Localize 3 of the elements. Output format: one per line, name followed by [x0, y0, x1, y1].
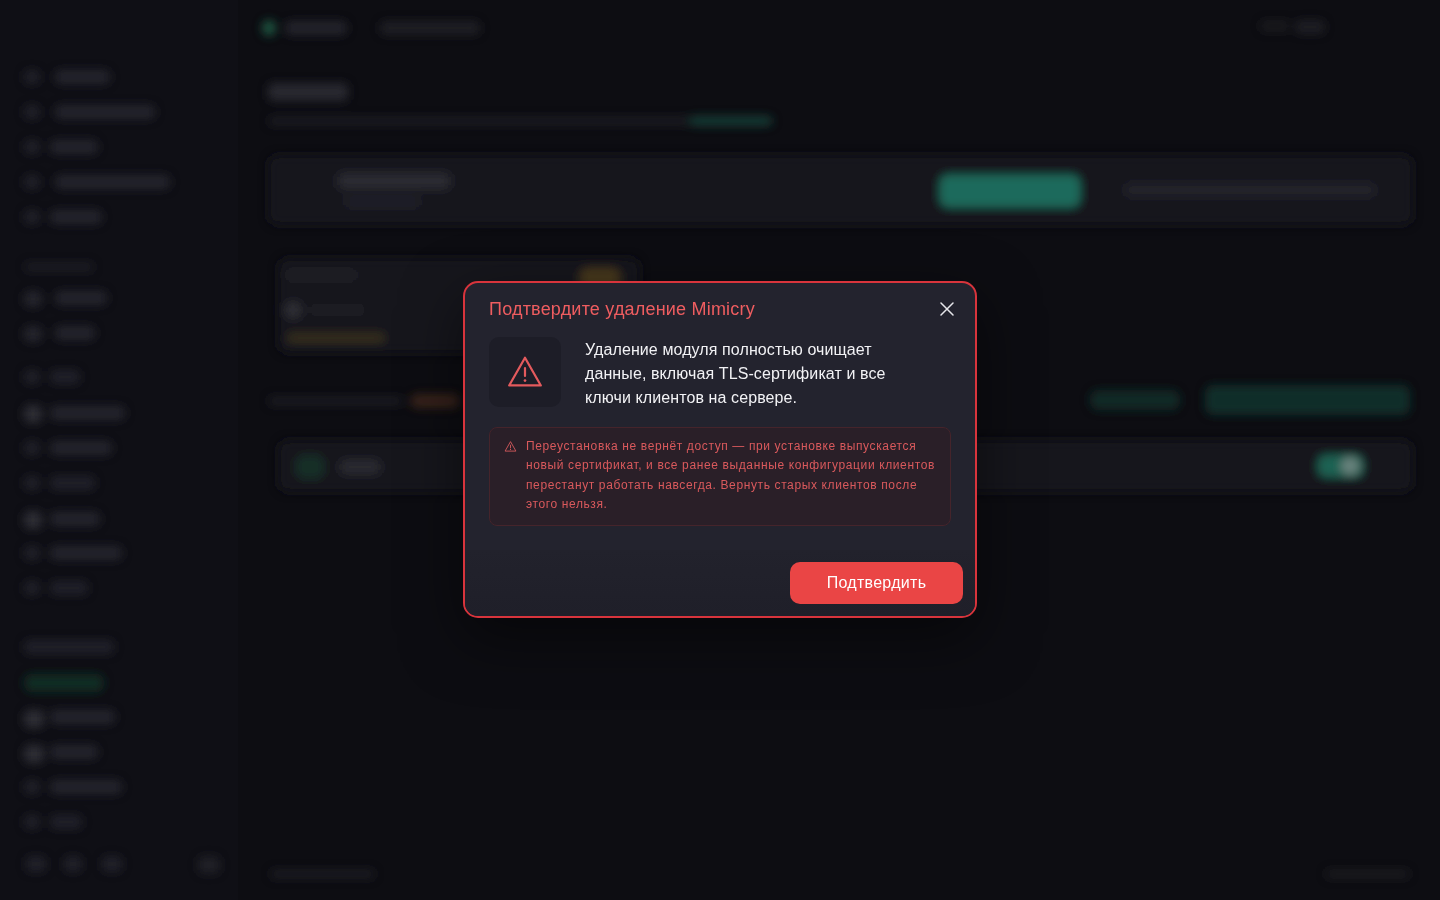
warning-text: Переустановка не вернёт доступ — при установке выпускается новый сертификат, и все ранее выданные конфигурации клиентов перестанут работать навсегда. Вернуть старых клиентов после этого нельзя.	[526, 437, 936, 513]
dialog-message: Удаление модуля полностью очищает данные, включая TLS-сертификат и все ключи клиентов на сервере.	[585, 339, 887, 408]
dialog-title: Подтвердите удаление Mimicry	[489, 297, 755, 321]
